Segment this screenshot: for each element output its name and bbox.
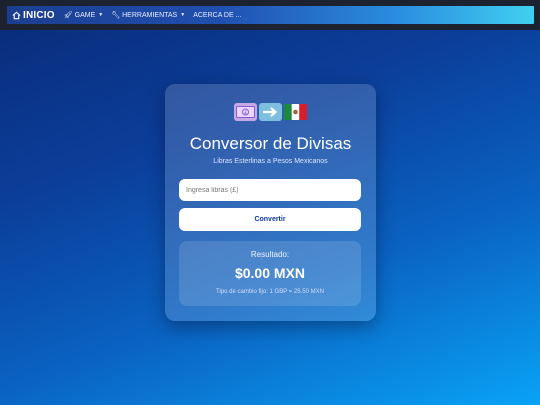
nav-item-acerca[interactable]: ACERCA DE ... [193, 12, 241, 19]
wrench-icon: 🔧︎ [111, 12, 121, 19]
svg-text:£: £ [244, 110, 247, 116]
chevron-down-icon: ▼ [98, 12, 104, 18]
money-icon: £ [234, 103, 257, 121]
result-label: Resultado: [250, 250, 290, 259]
mexico-flag-icon [284, 103, 307, 121]
result-value: $0.00 MXN [234, 265, 306, 281]
page-title: Conversor de Divisas [189, 134, 352, 153]
nav-item-label: ACERCA DE ... [193, 11, 242, 19]
rocket-icon: 🚀︎ [63, 12, 73, 19]
home-icon [12, 11, 21, 19]
exchange-rate-text: Tipo de cambio fijo: 1 GBP = 25.50 MXN [216, 289, 324, 295]
icon-row: £ [165, 103, 376, 121]
result-panel: Resultado: $0.00 MXN Tipo de cambio fijo… [179, 241, 361, 306]
converter-card: £ Conversor de Divisas Libras Esterlinas… [165, 84, 376, 321]
home-link[interactable]: INICIO [12, 10, 55, 21]
nav-item-label: GAME [74, 11, 96, 19]
nav-item-herramientas[interactable]: 🔧︎ HERRAMIENTAS ▼ [111, 11, 186, 20]
brand-label: INICIO [23, 9, 55, 21]
nav-item-label: HERRAMIENTAS [122, 11, 178, 19]
arrow-right-icon [259, 103, 282, 121]
convert-button[interactable]: Convertir [179, 208, 361, 231]
pounds-input[interactable] [179, 179, 361, 201]
navbar: INICIO 🚀︎ GAME ▼ 🔧︎ HERRAMIENTAS ▼ ACERC… [7, 6, 534, 24]
chevron-down-icon: ▼ [180, 12, 186, 18]
page-subtitle: Libras Esterlinas a Pesos Mexicanos [213, 158, 328, 165]
nav-item-game[interactable]: 🚀︎ GAME ▼ [63, 11, 104, 20]
